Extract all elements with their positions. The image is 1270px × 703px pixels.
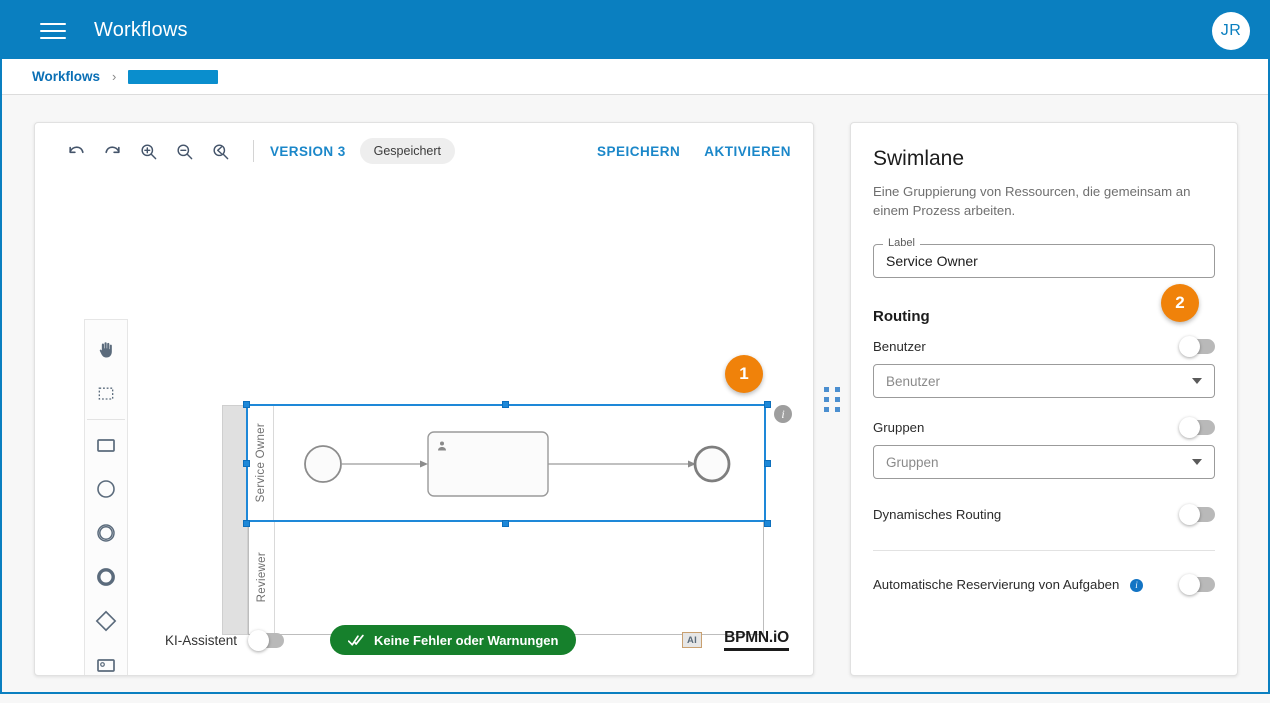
zoom-out-icon[interactable]: [169, 136, 199, 166]
swimlane-service-owner[interactable]: Service Owner: [246, 404, 766, 522]
chevron-right-icon: ›: [112, 69, 117, 84]
status-badge[interactable]: Keine Fehler oder Warnungen: [330, 625, 577, 655]
grip-dots-icon: [824, 386, 840, 412]
end-event-icon[interactable]: [86, 555, 126, 599]
toggle-knob: [1179, 417, 1200, 439]
resize-handle-nw[interactable]: [243, 401, 250, 408]
hamburger-menu-icon[interactable]: [40, 20, 66, 42]
properties-description: Eine Gruppierung von Ressourcen, die gem…: [873, 184, 1191, 219]
properties-divider: [873, 550, 1215, 552]
app-viewport: Workflows JR Workflows › VERSION 3 Gespe…: [0, 0, 1270, 694]
toggle-knob: [1179, 504, 1200, 526]
ai-badge-icon[interactable]: AI: [682, 632, 703, 648]
undo-icon[interactable]: [61, 136, 91, 166]
resize-handle-ne[interactable]: [764, 401, 771, 408]
routing-groups-toggle[interactable]: [1179, 417, 1215, 439]
annotation-badge-1: 1: [725, 355, 763, 393]
ai-assistant-label: KI-Assistent: [165, 632, 238, 648]
breadcrumb: Workflows ›: [2, 59, 1268, 95]
activate-button[interactable]: AKTIVIEREN: [704, 144, 791, 159]
dynamic-routing-row: Dynamisches Routing: [873, 504, 1215, 526]
auto-reserve-toggle[interactable]: [1179, 574, 1215, 596]
editor-bottom-bar: KI-Assistent Keine Fehler oder Warnungen…: [35, 605, 813, 675]
routing-users-select[interactable]: Benutzer: [873, 364, 1215, 399]
main-content: VERSION 3 Gespeichert SPEICHERN AKTIVIER…: [2, 95, 1268, 703]
lane-shapes: [304, 431, 731, 497]
routing-groups-row: Gruppen: [873, 417, 1215, 439]
toggle-knob: [1179, 336, 1200, 358]
toolbar-divider: [253, 140, 254, 162]
avatar[interactable]: JR: [1212, 11, 1250, 50]
status-badge-label: Keine Fehler oder Warnungen: [374, 632, 559, 648]
dynamic-routing-toggle[interactable]: [1179, 504, 1215, 526]
routing-users-label: Benutzer: [873, 339, 926, 355]
label-field[interactable]: Label Service Owner: [873, 237, 1215, 279]
breadcrumb-item-workflows[interactable]: Workflows: [32, 69, 100, 84]
double-check-icon: [348, 634, 365, 647]
resize-handle-se[interactable]: [764, 520, 771, 527]
palette-divider: [87, 419, 125, 420]
saved-status-chip: Gespeichert: [359, 138, 456, 164]
dynamic-routing-label: Dynamisches Routing: [873, 507, 1002, 523]
task-shape-icon[interactable]: [86, 423, 126, 467]
resize-handle-e[interactable]: [764, 460, 771, 467]
label-field-legend: Label: [883, 237, 920, 250]
ai-assistant-toggle[interactable]: [248, 629, 285, 651]
hand-tool-icon[interactable]: [86, 328, 126, 372]
start-event-icon[interactable]: [86, 467, 126, 511]
routing-groups-select-value: Gruppen: [886, 454, 939, 470]
routing-users-toggle[interactable]: [1179, 336, 1215, 358]
resize-handle-w[interactable]: [243, 460, 250, 467]
properties-panel: Swimlane Eine Gruppierung von Ressourcen…: [850, 122, 1238, 676]
resize-handle-s[interactable]: [502, 520, 509, 527]
lasso-select-icon[interactable]: [86, 372, 126, 416]
resize-handle-sw[interactable]: [243, 520, 250, 527]
user-icon: [436, 439, 448, 457]
zoom-reset-icon[interactable]: [205, 136, 235, 166]
auto-reserve-row: Automatische Reservierung von Aufgaben i: [873, 574, 1215, 596]
auto-reserve-label-text: Automatische Reservierung von Aufgaben: [873, 577, 1120, 593]
chevron-down-icon: [1192, 378, 1202, 385]
toggle-knob: [248, 629, 270, 651]
lane-info-icon[interactable]: i: [774, 405, 792, 423]
editor-toolbar: VERSION 3 Gespeichert SPEICHERN AKTIVIER…: [35, 123, 813, 179]
swimlane-label-text: Reviewer: [255, 552, 268, 603]
end-event-node: [693, 445, 731, 483]
save-button[interactable]: SPEICHERN: [597, 144, 680, 159]
breadcrumb-item-current-redacted[interactable]: [128, 69, 219, 84]
routing-users-select-value: Benutzer: [886, 373, 941, 389]
workflow-editor-card: VERSION 3 Gespeichert SPEICHERN AKTIVIER…: [34, 122, 814, 676]
resize-handle-n[interactable]: [502, 401, 509, 408]
bpmn-io-logo[interactable]: BPMN.iO: [724, 629, 789, 651]
routing-groups-select[interactable]: Gruppen: [873, 445, 1215, 480]
auto-reserve-label: Automatische Reservierung von Aufgaben i: [873, 577, 1143, 592]
panel-resize-grip[interactable]: [814, 122, 850, 676]
routing-groups-label: Gruppen: [873, 420, 925, 436]
start-event-node: [304, 445, 342, 483]
zoom-in-icon[interactable]: [133, 136, 163, 166]
redo-icon[interactable]: [97, 136, 127, 166]
annotation-badge-2: 2: [1161, 284, 1199, 322]
label-field-value: Service Owner: [886, 253, 978, 270]
properties-title: Swimlane: [873, 147, 965, 170]
page-title: Workflows: [94, 19, 188, 41]
version-label[interactable]: VERSION 3: [270, 144, 346, 159]
chevron-down-icon: [1192, 459, 1202, 466]
toggle-knob: [1179, 574, 1200, 596]
info-icon[interactable]: i: [1130, 578, 1143, 592]
app-header: Workflows JR: [2, 2, 1268, 59]
intermediate-event-icon[interactable]: [86, 511, 126, 555]
routing-users-row: Benutzer: [873, 336, 1215, 358]
